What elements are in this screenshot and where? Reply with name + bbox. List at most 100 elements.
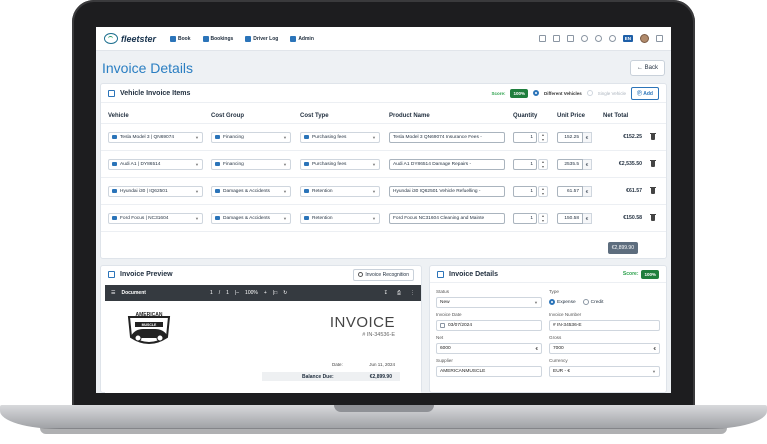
menu-icon[interactable]: ☰ xyxy=(111,290,115,296)
search-icon xyxy=(358,272,364,277)
unit-price-input[interactable]: 150.58 xyxy=(557,212,583,224)
quantity-input[interactable]: 1 xyxy=(513,212,537,224)
gross-label: Gross xyxy=(549,335,562,340)
quantity-cell: 1 ▲ ▼ xyxy=(513,212,557,224)
radio-credit[interactable] xyxy=(582,299,589,305)
radio-different-vehicles[interactable] xyxy=(533,90,539,96)
type-radio-group: Expense Credit xyxy=(549,299,603,305)
quantity-stepper[interactable]: ▲ ▼ xyxy=(538,212,548,224)
download-icon[interactable]: ↧ xyxy=(384,290,388,296)
unit-price-input[interactable]: 152.25 xyxy=(557,131,583,143)
vehicle-select[interactable]: Ford Focus | NC31604 ▼ xyxy=(108,212,203,224)
product-name-input[interactable]: Audi A1 DY86514 Damage Repairs - xyxy=(389,158,505,170)
quantity-value: 1 xyxy=(530,188,533,194)
column-header: Vehicle xyxy=(108,113,129,119)
cost-type-select[interactable]: Purchasing fees ▼ xyxy=(300,131,380,143)
add-button[interactable]: Ⓟ Add xyxy=(631,86,659,100)
zoom-out-icon[interactable]: |– xyxy=(235,290,239,296)
nav-item-driver-log[interactable]: Driver Log xyxy=(245,35,278,42)
zoom-level[interactable]: 100% xyxy=(245,290,258,296)
cost-type-select[interactable]: Retention ▼ xyxy=(300,212,380,224)
avatar[interactable] xyxy=(640,34,649,43)
laptop-notch xyxy=(334,405,434,412)
delete-icon[interactable] xyxy=(650,159,656,167)
unit-price-value: 61.57 xyxy=(566,188,579,194)
rotate-icon[interactable]: ↻ xyxy=(283,290,287,296)
more-icon[interactable]: ⋮ xyxy=(410,290,415,296)
info-icon[interactable] xyxy=(580,35,588,42)
app-screen: fleetster Book Bookings Driver Log Admin… xyxy=(96,27,671,393)
supplier-field[interactable]: AMERICANMUSCLE xyxy=(436,366,542,377)
invoice-heading: INVOICE xyxy=(329,314,395,331)
logout-icon[interactable] xyxy=(656,35,663,42)
cost-type-select[interactable]: Purchasing fees ▼ xyxy=(300,158,380,170)
quantity-stepper[interactable]: ▲ ▼ xyxy=(538,131,548,143)
net-value: 6000 xyxy=(440,346,451,351)
cost-group-select[interactable]: Damages & Accidents ▼ xyxy=(211,185,291,197)
language-badge[interactable]: EN xyxy=(622,35,633,42)
supplier-value: AMERICANMUSCLE xyxy=(440,369,486,374)
product-name-input[interactable]: Hyundai i30 IQ62501 Vehicle Refuelling - xyxy=(389,185,505,197)
column-header: Product Name xyxy=(389,113,430,119)
cost-type-select[interactable]: Retention ▼ xyxy=(300,185,380,197)
score-badge: 100% xyxy=(641,269,659,279)
product-name-input[interactable]: Ford Focus NC31604 Cleaning and Mainte xyxy=(389,212,505,224)
clipboard-icon[interactable] xyxy=(538,35,546,42)
invoice-number-label: Invoice Number xyxy=(549,312,582,317)
status-select[interactable]: New ▼ xyxy=(436,297,542,308)
fit-page-icon[interactable]: |□ xyxy=(273,290,277,296)
quantity-input[interactable]: 1 xyxy=(513,185,537,197)
book-icon xyxy=(245,35,252,42)
delete-icon[interactable] xyxy=(650,186,656,194)
delete-icon[interactable] xyxy=(650,132,656,140)
cost-group-select[interactable]: Damages & Accidents ▼ xyxy=(211,212,291,224)
invoice-date-field[interactable]: 03/07/2024 xyxy=(436,320,542,331)
cost-type-value: Retention xyxy=(312,215,333,221)
nav-item-book[interactable]: Book xyxy=(170,35,191,42)
score-label: Score: xyxy=(622,271,639,277)
cost-group-select[interactable]: Financing ▼ xyxy=(211,131,291,143)
settings-icon[interactable] xyxy=(594,35,602,42)
unit-price-input[interactable]: 61.57 xyxy=(557,185,583,197)
cost-group-select[interactable]: Financing ▼ xyxy=(211,158,291,170)
quantity-stepper[interactable]: ▲ ▼ xyxy=(538,158,548,170)
globe-icon[interactable] xyxy=(608,35,616,42)
nav-item-admin[interactable]: Admin xyxy=(290,35,314,42)
vehicle-cell: Tesla Model 3 | QN69074 ▼ xyxy=(108,131,211,143)
delete-icon[interactable] xyxy=(650,213,656,221)
gross-field[interactable]: 7000 € xyxy=(549,343,660,354)
card-title: Vehicle Invoice Items xyxy=(120,89,191,97)
net-field[interactable]: 6000 € xyxy=(436,343,542,354)
quantity-stepper[interactable]: ▲ ▼ xyxy=(538,185,548,197)
invoice-recognition-button[interactable]: Invoice Recognition xyxy=(353,268,414,281)
vehicle-select[interactable]: Hyundai i30 | IQ62501 ▼ xyxy=(108,185,203,197)
net-total-value: €150.58 xyxy=(623,215,642,221)
laptop-frame: fleetster Book Bookings Driver Log Admin… xyxy=(0,0,767,444)
table-icon[interactable] xyxy=(552,35,560,42)
radio-expense[interactable] xyxy=(549,299,555,305)
chevron-down-icon: ▼ xyxy=(652,369,656,374)
quantity-input[interactable]: 1 xyxy=(513,158,537,170)
table-row: Hyundai i30 | IQ62501 ▼ Damages & Accident… xyxy=(101,178,666,205)
cost-type-value: Purchasing fees xyxy=(312,161,347,167)
product-name-input[interactable]: Tesla Model 3 QN69074 Insurance Fees - xyxy=(389,131,505,143)
page-number[interactable]: 1 xyxy=(210,290,213,296)
back-button[interactable]: ← Back xyxy=(629,60,665,76)
header-controls: Score: 100% Different Vehicles Single Ve… xyxy=(491,86,659,100)
radio-single-vehicle[interactable] xyxy=(586,90,593,96)
vehicle-select[interactable]: Audi A1 | DY86514 ▼ xyxy=(108,158,203,170)
warning-icon[interactable] xyxy=(566,35,574,42)
tag-icon xyxy=(304,135,309,139)
page-separator: / xyxy=(218,290,221,296)
logo[interactable]: fleetster xyxy=(104,33,156,44)
chevron-down-icon: ▼ xyxy=(372,215,376,221)
print-icon[interactable]: ⎙ xyxy=(397,290,401,296)
unit-price-input[interactable]: 2535.5 xyxy=(557,158,583,170)
invoice-number-field[interactable]: # IN-34536-E xyxy=(549,320,660,331)
vehicle-select[interactable]: Tesla Model 3 | QN69074 ▼ xyxy=(108,131,203,143)
nav-item-bookings[interactable]: Bookings xyxy=(202,35,233,42)
zoom-in-icon[interactable]: + xyxy=(264,290,267,296)
quantity-input[interactable]: 1 xyxy=(513,131,537,143)
currency-select[interactable]: EUR - € ▼ xyxy=(549,366,660,377)
car-icon xyxy=(112,189,117,193)
